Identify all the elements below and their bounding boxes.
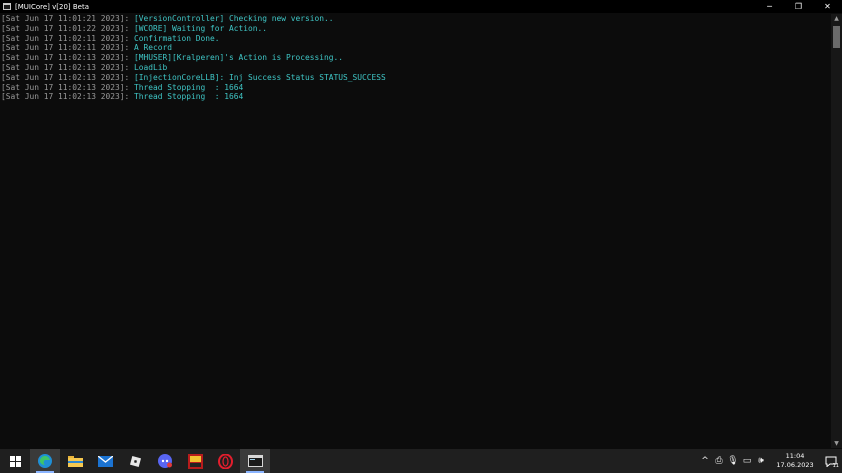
log-line: [Sat Jun 17 11:02:13 2023]: [InjectionCo… bbox=[0, 73, 829, 83]
log-line: [Sat Jun 17 11:02:13 2023]: [MHUSER][Kra… bbox=[0, 53, 829, 63]
mail-icon bbox=[97, 455, 113, 467]
system-tray: ^ ⎙ 🎙 ▭ 🕪 11:04 17.06.2023 11 bbox=[698, 449, 842, 473]
log-timestamp: [Sat Jun 17 11:02:13 2023]: bbox=[1, 62, 135, 72]
volume-icon[interactable]: 🕪 bbox=[754, 456, 768, 466]
vertical-scrollbar[interactable]: ▲ ▼ bbox=[831, 14, 842, 448]
opera-icon bbox=[217, 453, 233, 469]
taskbar-opera[interactable] bbox=[210, 449, 240, 473]
discord-icon bbox=[158, 454, 172, 468]
log-message: [VersionController] Checking new version… bbox=[134, 14, 334, 23]
network-icon[interactable]: ▭ bbox=[740, 456, 754, 466]
log-timestamp: [Sat Jun 17 11:02:13 2023]: bbox=[1, 82, 135, 92]
app-red-icon bbox=[187, 453, 203, 469]
log-message: Thread Stopping : 1664 bbox=[134, 92, 244, 102]
notification-center[interactable]: 11 bbox=[820, 449, 842, 473]
meet-now-icon[interactable]: ⎙ bbox=[712, 456, 726, 466]
log-line: [Sat Jun 17 11:02:13 2023]: Thread Stopp… bbox=[0, 92, 829, 102]
log-timestamp: [Sat Jun 17 11:02:13 2023]: bbox=[1, 53, 135, 63]
restore-button[interactable]: ❐ bbox=[784, 0, 813, 13]
taskbar-discord[interactable] bbox=[150, 449, 180, 473]
close-button[interactable]: ✕ bbox=[813, 0, 842, 13]
log-line: [Sat Jun 17 11:02:11 2023]: A Record bbox=[0, 43, 829, 53]
log-message: LoadLib bbox=[134, 62, 168, 72]
log-timestamp: [Sat Jun 17 11:01:21 2023]: bbox=[1, 14, 135, 23]
log-timestamp: [Sat Jun 17 11:02:13 2023]: bbox=[1, 92, 135, 102]
log-message: Confirmation Done. bbox=[134, 33, 220, 43]
notification-count: 11 bbox=[832, 463, 839, 469]
log-message: [WCORE] Waiting for Action.. bbox=[134, 23, 268, 33]
log-line: [Sat Jun 17 11:02:13 2023]: LoadLib bbox=[0, 63, 829, 73]
window-title: [MUICore] v[20] Beta bbox=[15, 2, 89, 11]
clock-date: 17.06.2023 bbox=[776, 461, 814, 469]
chevron-up-icon[interactable]: ^ bbox=[698, 456, 712, 466]
taskbar-red-app[interactable] bbox=[180, 449, 210, 473]
start-icon bbox=[9, 455, 21, 467]
log-message: [MHUSER][Kralperen]'s Action is Processi… bbox=[134, 53, 344, 63]
console-window-icon bbox=[3, 3, 11, 10]
minimize-button[interactable]: ─ bbox=[755, 0, 784, 13]
file-explorer-icon bbox=[67, 456, 83, 467]
roblox-icon bbox=[129, 455, 141, 467]
scroll-up-arrow-icon[interactable]: ▲ bbox=[831, 14, 842, 23]
log-timestamp: [Sat Jun 17 11:02:11 2023]: bbox=[1, 33, 135, 43]
log-timestamp: [Sat Jun 17 11:01:22 2023]: bbox=[1, 23, 135, 33]
clock[interactable]: 11:04 17.06.2023 bbox=[774, 452, 816, 470]
log-line: [Sat Jun 17 11:01:21 2023]: [VersionCont… bbox=[0, 14, 829, 24]
microphone-icon[interactable]: 🎙 bbox=[726, 456, 740, 466]
log-timestamp: [Sat Jun 17 11:02:13 2023]: bbox=[1, 72, 135, 82]
taskbar-roblox[interactable] bbox=[120, 449, 150, 473]
clock-time: 11:04 bbox=[785, 452, 805, 460]
log-message: A Record bbox=[134, 43, 173, 53]
taskbar-file-explorer[interactable] bbox=[60, 449, 90, 473]
taskbar-edge[interactable] bbox=[30, 449, 60, 473]
edge-icon bbox=[38, 454, 52, 468]
taskbar-mail[interactable] bbox=[90, 449, 120, 473]
console-output[interactable]: [Sat Jun 17 11:01:21 2023]: [VersionCont… bbox=[0, 14, 829, 448]
taskbar: ^ ⎙ 🎙 ▭ 🕪 11:04 17.06.2023 11 bbox=[0, 449, 842, 473]
taskbar-console[interactable] bbox=[240, 449, 270, 473]
log-message: Thread Stopping : 1664 bbox=[134, 82, 244, 92]
log-message: [InjectionCoreLLB]: Inj Success Status S… bbox=[134, 72, 386, 82]
log-line: [Sat Jun 17 11:02:13 2023]: Thread Stopp… bbox=[0, 83, 829, 93]
title-bar[interactable]: [MUICore] v[20] Beta ─ ❐ ✕ bbox=[0, 0, 842, 13]
scroll-thumb[interactable] bbox=[833, 26, 840, 48]
log-timestamp: [Sat Jun 17 11:02:11 2023]: bbox=[1, 43, 135, 53]
console-app-icon bbox=[247, 455, 263, 467]
scroll-down-arrow-icon[interactable]: ▼ bbox=[831, 439, 842, 448]
start-button[interactable] bbox=[0, 449, 30, 473]
log-line: [Sat Jun 17 11:01:22 2023]: [WCORE] Wait… bbox=[0, 24, 829, 34]
log-line: [Sat Jun 17 11:02:11 2023]: Confirmation… bbox=[0, 34, 829, 44]
